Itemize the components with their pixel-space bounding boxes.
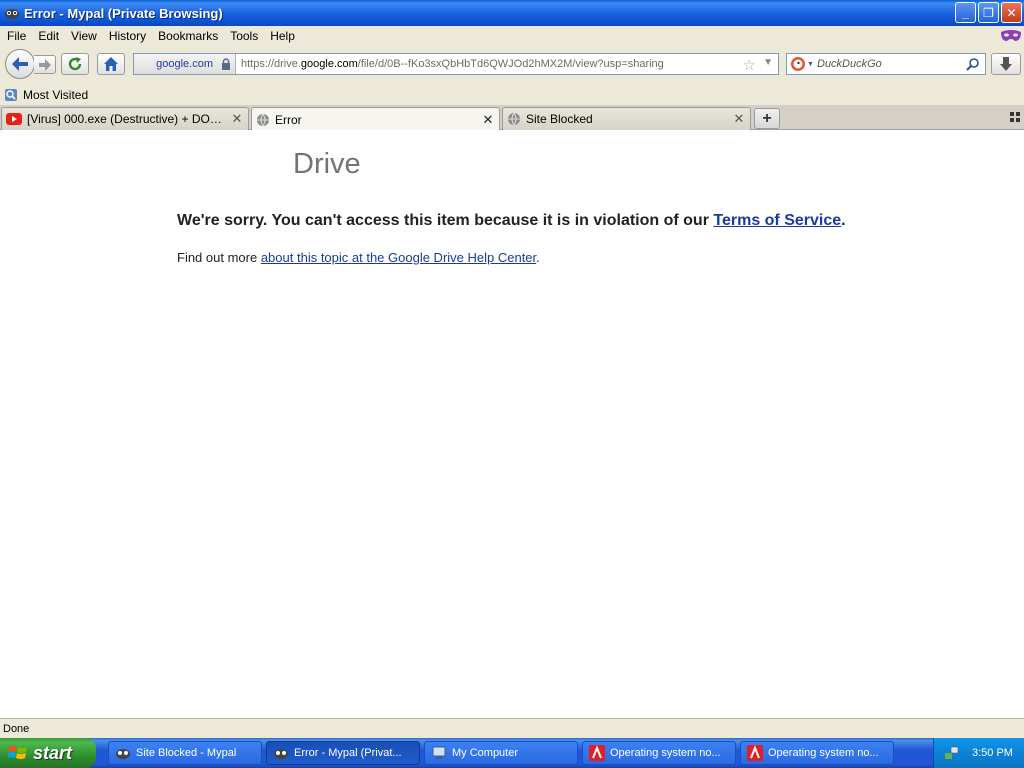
taskbar-item-label: Operating system no... [768, 747, 879, 759]
close-icon: ✕ [1006, 5, 1017, 20]
private-browsing-mask-icon [1000, 28, 1022, 47]
tab-site-blocked[interactable]: Site Blocked ✕ [502, 107, 751, 130]
menu-view[interactable]: View [65, 29, 103, 43]
url-path: /file/d/0B--fKo3sxQbHbTd6QWJOd2hMX2M/vie… [357, 58, 664, 70]
search-icon[interactable] [966, 57, 980, 71]
tab-error[interactable]: Error ✕ [251, 107, 500, 131]
url-prefix: https://drive. [241, 58, 301, 70]
globe-icon [508, 112, 520, 126]
restore-icon: ❐ [983, 5, 994, 20]
lock-icon [222, 58, 230, 70]
back-button[interactable] [5, 49, 35, 79]
menu-bookmarks[interactable]: Bookmarks [152, 29, 224, 43]
taskbar-item-avira-2[interactable]: Operating system no... [740, 741, 894, 765]
taskbar-item-error-mypal[interactable]: Error - Mypal (Privat... [266, 741, 420, 765]
downloads-button[interactable] [991, 53, 1021, 75]
tab-title: [Virus] 000.exe (Destructive) + DOWNLOAD [27, 112, 225, 126]
start-label: start [33, 742, 73, 763]
back-arrow-icon [12, 57, 28, 71]
navigation-toolbar: google.com https://drive.google.com/file… [0, 46, 1024, 84]
menu-help[interactable]: Help [264, 29, 301, 43]
menu-tools[interactable]: Tools [224, 29, 264, 43]
reload-button[interactable] [61, 53, 89, 75]
search-bar[interactable]: ▼ DuckDuckGo [786, 53, 986, 75]
help-message-text: Find out more [177, 250, 261, 265]
help-message-end: . [536, 250, 540, 265]
url-bar[interactable]: google.com https://drive.google.com/file… [133, 53, 779, 75]
menu-edit[interactable]: Edit [32, 29, 65, 43]
computer-icon [432, 746, 446, 759]
mypal-icon [4, 5, 20, 21]
url-text[interactable]: https://drive.google.com/file/d/0B--fKo3… [236, 58, 736, 70]
tab-title: Error [275, 112, 302, 127]
search-input[interactable]: DuckDuckGo [817, 58, 966, 70]
bookmarks-toolbar: Most Visited [0, 84, 1024, 105]
maximize-button[interactable]: ❐ [978, 2, 999, 23]
url-dropdown-icon[interactable]: ▼ [763, 57, 773, 68]
drive-logo: Drive [293, 148, 361, 180]
status-bar: Done [0, 718, 1024, 738]
error-message-text: We're sorry. You can't access this item … [177, 212, 714, 229]
taskbar-item-label: My Computer [452, 747, 519, 759]
menu-file[interactable]: File [0, 29, 32, 43]
error-message-end: . [841, 212, 846, 229]
network-icon[interactable] [944, 745, 960, 761]
tab-close-icon[interactable]: ✕ [481, 112, 495, 128]
identity-domain: google.com [156, 58, 213, 70]
search-engine-selector[interactable]: ▼ [787, 56, 817, 72]
error-message: We're sorry. You can't access this item … [177, 212, 846, 230]
taskbar-item-label: Error - Mypal (Privat... [294, 747, 402, 759]
download-arrow-icon [1000, 57, 1012, 71]
url-host: google.com [300, 58, 358, 70]
taskbar-item-label: Site Blocked - Mypal [136, 747, 237, 759]
tab-strip: [Virus] 000.exe (Destructive) + DOWNLOAD… [0, 105, 1024, 131]
status-text: Done [3, 722, 30, 735]
tab-title: Site Blocked [526, 112, 593, 126]
plus-icon: + [762, 109, 772, 127]
start-button[interactable]: start [0, 738, 96, 768]
window-title: Error - Mypal (Private Browsing) [24, 5, 223, 21]
forward-button[interactable] [34, 55, 56, 74]
minimize-icon: _ [962, 5, 969, 20]
taskbar: start Site Blocked - Mypal Error - Mypal… [0, 738, 1024, 768]
duckduckgo-icon [791, 57, 806, 71]
home-icon [104, 57, 118, 71]
avira-icon [589, 745, 605, 761]
bookmark-star-icon[interactable]: ☆ [743, 56, 756, 74]
tab-virus-video[interactable]: [Virus] 000.exe (Destructive) + DOWNLOAD… [1, 107, 249, 130]
menu-history[interactable]: History [103, 29, 152, 43]
window-titlebar[interactable]: Error - Mypal (Private Browsing) _ ❐ ✕ [0, 0, 1024, 26]
reload-icon [68, 57, 82, 71]
tab-close-icon[interactable]: ✕ [732, 111, 746, 127]
mypal-icon [274, 749, 288, 759]
minimize-button[interactable]: _ [955, 2, 976, 23]
page-content: Drive We're sorry. You can't access this… [0, 130, 1024, 718]
tab-list-icon[interactable] [1010, 111, 1020, 125]
help-message: Find out more about this topic at the Go… [177, 250, 540, 265]
system-tray: 3:50 PM [933, 738, 1024, 768]
windows-logo-icon [8, 746, 27, 759]
chevron-down-icon: ▼ [807, 60, 814, 68]
most-visited-bookmark[interactable]: Most Visited [23, 88, 88, 102]
home-button[interactable] [97, 53, 125, 75]
globe-icon [257, 113, 269, 126]
taskbar-item-my-computer[interactable]: My Computer [424, 741, 578, 765]
site-identity-button[interactable]: google.com [134, 54, 236, 74]
new-tab-button[interactable]: + [754, 108, 780, 129]
taskbar-item-site-blocked[interactable]: Site Blocked - Mypal [108, 741, 262, 765]
most-visited-folder-icon [5, 88, 17, 101]
tab-close-icon[interactable]: ✕ [230, 111, 244, 127]
menu-bar: File Edit View History Bookmarks Tools H… [0, 26, 1024, 46]
youtube-icon [6, 113, 22, 125]
terms-of-service-link[interactable]: Terms of Service [713, 212, 841, 229]
taskbar-item-label: Operating system no... [610, 747, 721, 759]
close-button[interactable]: ✕ [1001, 2, 1022, 23]
help-center-link[interactable]: about this topic at the Google Drive Hel… [261, 250, 536, 265]
taskbar-item-avira-1[interactable]: Operating system no... [582, 741, 736, 765]
clock[interactable]: 3:50 PM [972, 747, 1013, 759]
avira-icon [747, 745, 763, 761]
forward-arrow-icon [38, 58, 51, 71]
mypal-icon [116, 749, 130, 759]
